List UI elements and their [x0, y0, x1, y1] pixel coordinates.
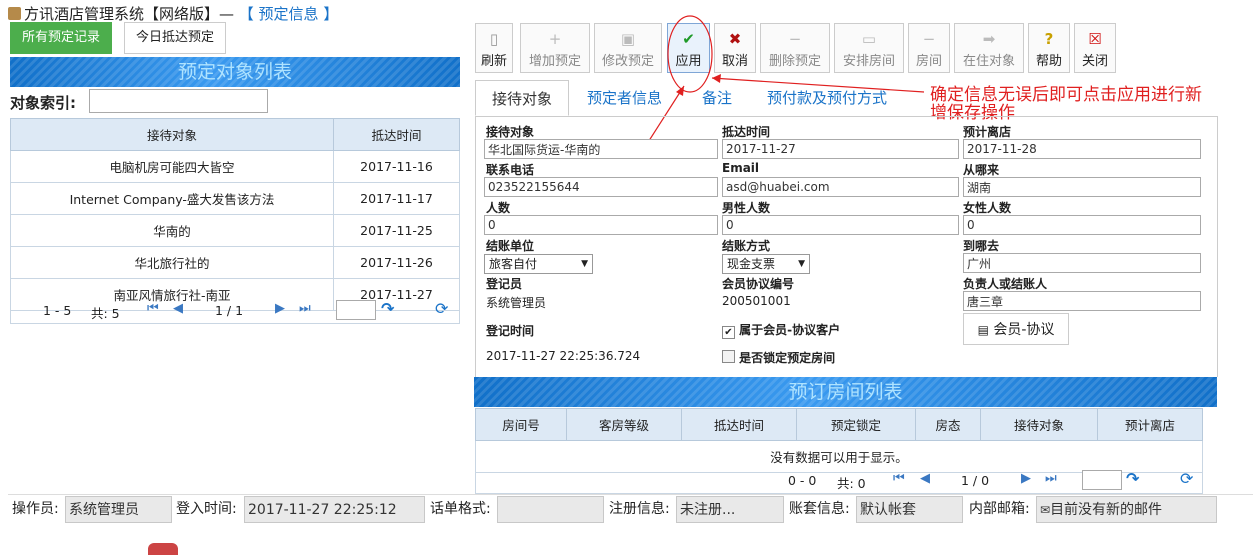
- room-list-banner: 预订房间列表: [474, 377, 1217, 407]
- member-checkbox[interactable]: ✔ 属于会员-协议客户: [722, 321, 840, 339]
- prev-page-icon[interactable]: ◀: [920, 471, 930, 486]
- tab-booker-info[interactable]: 预定者信息: [587, 80, 662, 116]
- col-room-status[interactable]: 房态: [915, 408, 981, 441]
- login-value: 2017-11-27 22:25:12: [244, 496, 425, 523]
- col-room-no[interactable]: 房间号: [475, 408, 567, 441]
- departure-input[interactable]: [963, 139, 1201, 159]
- account-value: 默认帐套: [856, 496, 963, 523]
- account-label: 账套信息:: [789, 501, 850, 517]
- col-locked[interactable]: 预定锁定: [796, 408, 916, 441]
- arrival-input[interactable]: [722, 139, 959, 159]
- people-label: 人数: [486, 201, 511, 215]
- member-agreement-button[interactable]: ▤ 会员-协议: [963, 313, 1069, 345]
- room-pager: 0 - 0 共: 0 ⏮ ◀ 1 / 0 ▶ ⏭ ↷ ⟳: [475, 468, 1203, 494]
- phone-label: 联系电话: [486, 163, 535, 177]
- chevron-down-icon: ▼: [581, 259, 588, 269]
- pager-page: 1 / 0: [961, 473, 990, 488]
- mail-value[interactable]: ✉目前没有新的邮件: [1036, 496, 1217, 523]
- pager-range: 0 - 0: [788, 473, 817, 488]
- reg-time-label: 登记时间: [486, 324, 535, 338]
- to-input[interactable]: [963, 253, 1201, 273]
- departure-label: 预计离店: [963, 125, 1012, 139]
- from-input[interactable]: [963, 177, 1201, 197]
- female-label: 女性人数: [963, 201, 1012, 215]
- billing-unit-select[interactable]: 旅客自付 ▼: [484, 254, 593, 274]
- guest-input[interactable]: [484, 139, 718, 159]
- tab-guest[interactable]: 接待对象: [475, 80, 569, 116]
- col-room-grade[interactable]: 客房等级: [566, 408, 682, 441]
- member-card-icon: ▤: [977, 323, 989, 337]
- lock-room-checkbox[interactable]: 是否锁定预定房间: [722, 349, 835, 366]
- first-page-icon[interactable]: ⏮: [893, 471, 905, 486]
- male-label: 男性人数: [722, 201, 771, 215]
- mail-label: 内部邮箱:: [969, 501, 1030, 517]
- email-label: Email: [722, 161, 760, 175]
- col-arrival[interactable]: 抵达时间: [681, 408, 797, 441]
- status-bar: [8, 494, 1253, 495]
- email-input[interactable]: [722, 177, 959, 197]
- format-value: [497, 496, 604, 523]
- from-label: 从哪来: [963, 163, 1000, 177]
- operator-value: 系统管理员: [65, 496, 172, 523]
- people-input[interactable]: [484, 215, 718, 235]
- format-label: 话单格式:: [430, 501, 491, 517]
- last-page-icon[interactable]: ⏭: [1045, 471, 1057, 486]
- tab-remarks[interactable]: 备注: [702, 80, 732, 116]
- refresh-list-icon[interactable]: ⟳: [1180, 469, 1193, 488]
- responsible-input[interactable]: [963, 291, 1201, 311]
- chevron-down-icon: ▼: [798, 259, 805, 269]
- reg-time-value: 2017-11-27 22:25:36.724: [486, 349, 641, 363]
- pay-method-label: 结账方式: [722, 239, 771, 253]
- operator-label: 操作员:: [12, 501, 59, 517]
- reg-value: 未注册...: [676, 496, 784, 523]
- mail-icon: ✉: [1040, 503, 1051, 517]
- phone-input[interactable]: [484, 177, 718, 197]
- registrar-label: 登记员: [486, 277, 523, 291]
- member-no-label: 会员协议编号: [722, 277, 795, 291]
- to-label: 到哪去: [963, 239, 1000, 253]
- col-departure[interactable]: 预计离店: [1097, 408, 1203, 441]
- billing-unit-label: 结账单位: [486, 239, 535, 253]
- female-input[interactable]: [963, 215, 1201, 235]
- mascot-icon: [148, 543, 178, 555]
- pay-method-select[interactable]: 现金支票 ▼: [722, 254, 810, 274]
- pager-total: 共: 0: [837, 476, 866, 491]
- page-jump-input[interactable]: [1082, 470, 1122, 490]
- registrar-value: 系统管理员: [486, 296, 547, 310]
- room-table: 房间号 客房等级 抵达时间 预定锁定 房态 接待对象 预计离店 没有数据可以用于…: [475, 408, 1203, 473]
- member-no-value: 200501001: [722, 294, 791, 308]
- responsible-label: 负责人或结账人: [963, 277, 1048, 291]
- reg-label: 注册信息:: [609, 501, 670, 517]
- next-page-icon[interactable]: ▶: [1021, 471, 1031, 486]
- guest-label: 接待对象: [486, 125, 535, 139]
- arrival-label: 抵达时间: [722, 125, 771, 139]
- go-page-icon[interactable]: ↷: [1126, 469, 1139, 488]
- checkbox-checked-icon: ✔: [722, 326, 735, 339]
- tab-prepayment[interactable]: 预付款及预付方式: [767, 80, 887, 116]
- male-input[interactable]: [722, 215, 959, 235]
- col-guest[interactable]: 接待对象: [980, 408, 1098, 441]
- login-label: 登入时间:: [176, 501, 237, 517]
- checkbox-icon: [722, 350, 735, 363]
